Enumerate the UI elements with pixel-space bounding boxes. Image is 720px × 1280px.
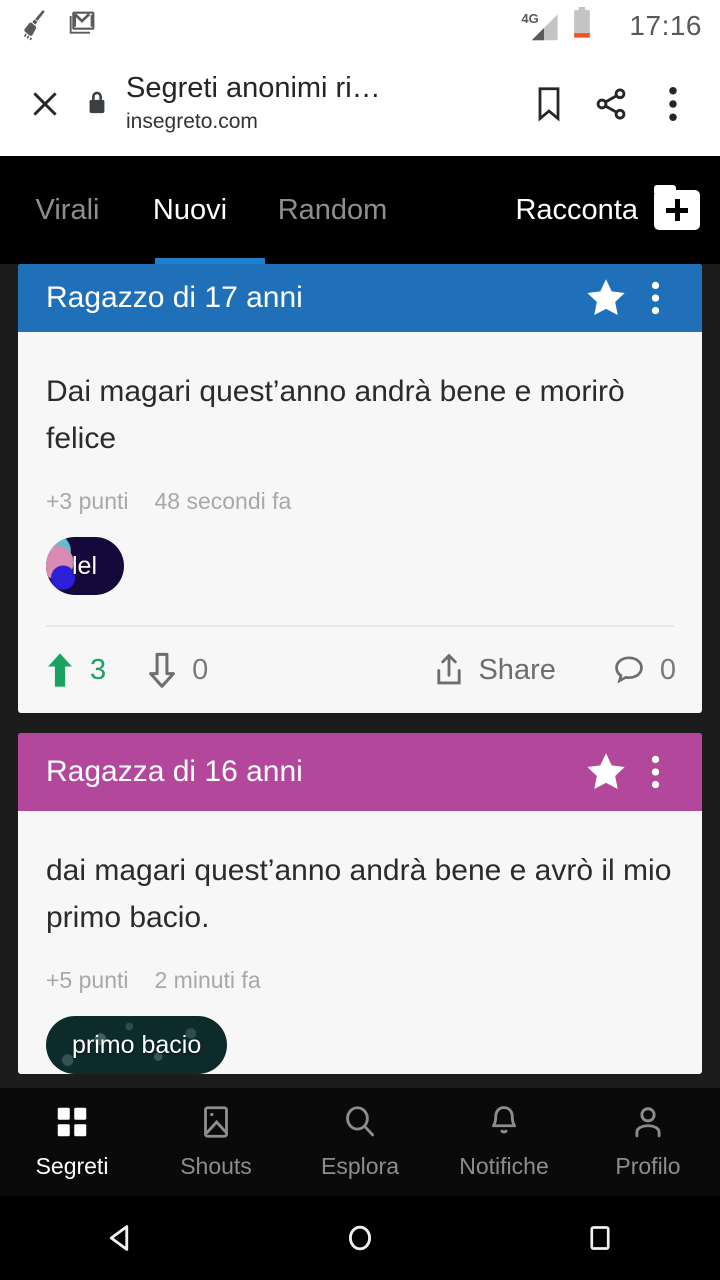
broom-icon xyxy=(18,7,52,46)
overflow-menu-icon[interactable] xyxy=(642,73,704,135)
android-navigation-bar xyxy=(0,1196,720,1280)
secret-text: dai magari quest’anno andrà bene e avrò … xyxy=(46,854,672,934)
overflow-menu-icon[interactable] xyxy=(632,755,678,789)
page-url: insegreto.com xyxy=(126,110,258,133)
card-actions: 3 0 Share 0 xyxy=(18,627,702,713)
browser-toolbar: Segreti anonimi ri… insegreto.com xyxy=(0,52,720,156)
tab-random-label: Random xyxy=(277,193,388,226)
tag-label: lel xyxy=(72,551,98,580)
secret-card[interactable]: Ragazzo di 17 anni Dai magari quest’anno… xyxy=(18,264,702,713)
nav-item-shouts[interactable]: Shouts xyxy=(144,1104,288,1180)
nav-label-notifiche: Notifiche xyxy=(459,1153,549,1179)
secret-text: Dai magari quest’anno andrà bene e morir… xyxy=(46,375,625,455)
tag-row: primo bacio xyxy=(46,1016,674,1074)
battery-icon xyxy=(571,6,593,46)
downvote-count: 0 xyxy=(192,653,209,686)
tag-label: primo bacio xyxy=(72,1030,202,1059)
nav-label-esplora: Esplora xyxy=(321,1153,399,1179)
tab-virali[interactable]: Virali xyxy=(0,156,135,264)
person-icon xyxy=(630,1104,666,1145)
status-bar-right-icons: 4G 17:16 xyxy=(521,6,702,46)
tab-nuovi-label: Nuovi xyxy=(152,193,228,226)
tab-random[interactable]: Random xyxy=(245,156,420,264)
time-label: 48 secondi fa xyxy=(154,488,292,514)
card-title: Ragazza di 16 anni xyxy=(46,755,303,788)
secret-card[interactable]: Ragazza di 16 anni dai magari quest’anno… xyxy=(18,733,702,1074)
page-title: Segreti anonimi ri… xyxy=(126,72,381,104)
nav-label-shouts: Shouts xyxy=(180,1153,252,1179)
upvote-count: 3 xyxy=(90,653,107,686)
tab-nuovi[interactable]: Nuovi xyxy=(135,156,245,264)
tag-row: lel xyxy=(46,537,674,595)
tag-chip[interactable]: primo bacio xyxy=(46,1016,228,1074)
compose-group[interactable]: Racconta xyxy=(515,185,706,230)
nav-item-esplora[interactable]: Esplora xyxy=(288,1104,432,1180)
downvote-button[interactable]: 0 xyxy=(146,651,208,689)
lock-icon xyxy=(74,90,120,118)
card-body: dai magari quest’anno andrà bene e avrò … xyxy=(18,811,702,1074)
status-bar: 4G 17:16 xyxy=(0,0,720,52)
back-triangle-icon[interactable] xyxy=(60,1196,180,1280)
star-icon[interactable] xyxy=(580,750,632,794)
nav-label-profilo: Profilo xyxy=(615,1153,681,1179)
comment-button[interactable]: 0 xyxy=(612,653,676,687)
share-button[interactable]: Share xyxy=(434,652,556,688)
points-label: +3 punti xyxy=(46,488,129,514)
card-title: Ragazzo di 17 anni xyxy=(46,281,303,314)
app-tabbar: Virali Nuovi Random Racconta xyxy=(0,156,720,264)
tab-virali-label: Virali xyxy=(35,193,100,226)
upvote-button[interactable]: 3 xyxy=(44,651,106,689)
comment-count: 0 xyxy=(659,653,676,686)
points-label: +5 punti xyxy=(46,967,129,993)
status-time: 17:16 xyxy=(629,10,702,41)
search-icon xyxy=(342,1104,378,1145)
card-meta: +3 punti 48 secondi fa xyxy=(46,488,674,515)
nav-item-notifiche[interactable]: Notifiche xyxy=(432,1104,576,1180)
bell-icon xyxy=(486,1104,522,1145)
image-icon xyxy=(198,1104,234,1145)
add-folder-icon[interactable] xyxy=(654,185,700,230)
recents-square-icon[interactable] xyxy=(540,1196,660,1280)
bottom-navigation: Segreti Shouts Esplora Notifiche Profilo xyxy=(0,1088,720,1196)
phone-screen: 4G 17:16 Segreti anonimi ri… insegreto.c… xyxy=(0,0,720,1280)
card-header: Ragazzo di 17 anni xyxy=(18,264,702,332)
tag-chip[interactable]: lel xyxy=(46,537,124,595)
bookmark-icon[interactable] xyxy=(518,73,580,135)
grid-icon xyxy=(54,1104,90,1145)
time-label: 2 minuti fa xyxy=(154,967,261,993)
share-label: Share xyxy=(478,653,556,686)
overflow-menu-icon[interactable] xyxy=(632,281,678,315)
close-icon[interactable] xyxy=(16,75,74,133)
status-bar-left-icons xyxy=(18,7,98,46)
star-icon[interactable] xyxy=(580,276,632,320)
signal-4g-icon: 4G xyxy=(521,11,559,41)
card-body: Dai magari quest’anno andrà bene e morir… xyxy=(18,332,702,627)
nav-item-segreti[interactable]: Segreti xyxy=(0,1104,144,1180)
card-meta: +5 punti 2 minuti fa xyxy=(46,967,674,994)
card-header: Ragazza di 16 anni xyxy=(18,733,702,811)
nav-item-profilo[interactable]: Profilo xyxy=(576,1104,720,1180)
share-icon[interactable] xyxy=(580,73,642,135)
nav-label-segreti: Segreti xyxy=(35,1153,109,1179)
compose-label: Racconta xyxy=(515,193,638,226)
home-circle-icon[interactable] xyxy=(300,1196,420,1280)
url-block[interactable]: Segreti anonimi ri… insegreto.com xyxy=(120,71,518,137)
gmail-icon xyxy=(66,8,98,45)
